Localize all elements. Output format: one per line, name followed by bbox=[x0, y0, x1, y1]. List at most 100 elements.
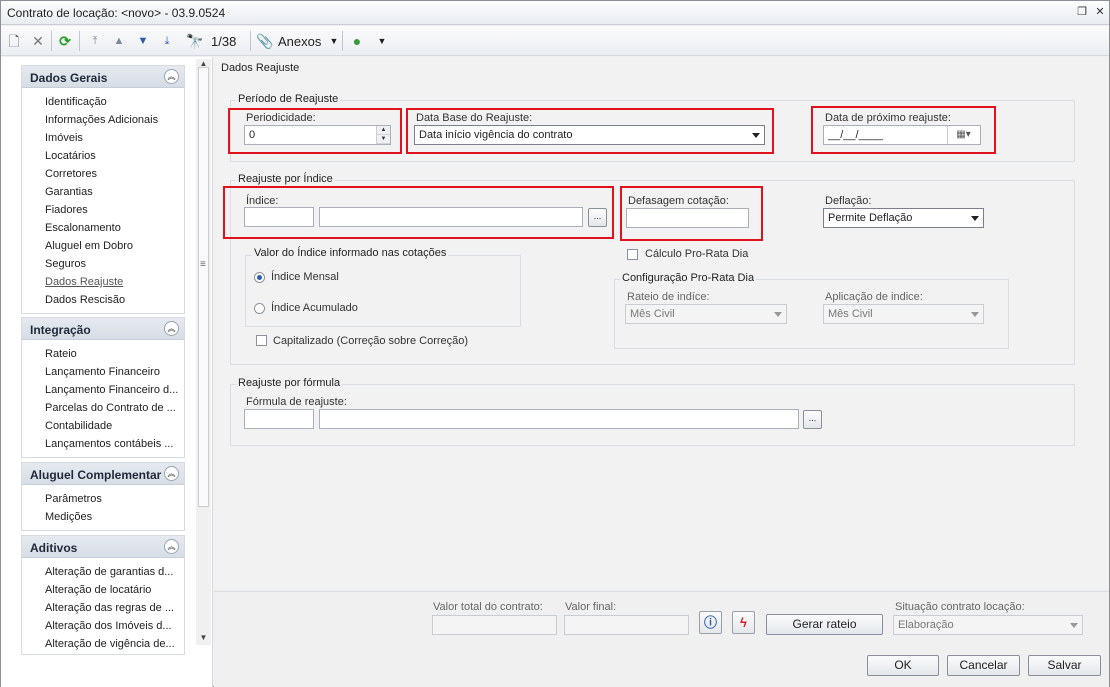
collapse-icon[interactable]: ︽ bbox=[164, 539, 179, 554]
nav-item-fiadores[interactable]: Fiadores bbox=[22, 201, 184, 219]
scrollbar-thumb[interactable] bbox=[198, 67, 209, 507]
gerar-rateio-button[interactable]: Gerar rateio bbox=[766, 614, 883, 635]
nav-item-locatarios[interactable]: Locatários bbox=[22, 147, 184, 165]
situacao-value: Elaboração bbox=[898, 619, 954, 631]
nav-group-header[interactable]: Integração ︽ bbox=[22, 318, 184, 340]
nav-group-title: Aditivos bbox=[30, 541, 78, 555]
window: Contrato de locação: <novo> - 03.9.0524 … bbox=[0, 0, 1110, 687]
formula-code-input[interactable] bbox=[244, 409, 314, 429]
nav-item-seguros[interactable]: Seguros bbox=[22, 255, 184, 273]
nav-item-alteracao-garantias[interactable]: Alteração de garantias d... bbox=[22, 563, 184, 581]
nav-item-lancamento-financeiro[interactable]: Lançamento Financeiro bbox=[22, 363, 184, 381]
collapse-icon[interactable]: ︽ bbox=[164, 466, 179, 481]
collapse-icon[interactable]: ︽ bbox=[164, 69, 179, 84]
formula-lookup-button[interactable]: ... bbox=[803, 410, 822, 429]
indice-mensal-label[interactable]: Índice Mensal bbox=[271, 271, 339, 283]
calculo-prorata-checkbox[interactable] bbox=[627, 249, 638, 260]
valor-indice-title: Valor do Índice informado nas cotações bbox=[252, 247, 449, 259]
radio-indice-mensal[interactable] bbox=[254, 272, 265, 283]
situacao-select[interactable]: Elaboração bbox=[893, 615, 1083, 635]
formula-description-input[interactable] bbox=[319, 409, 799, 429]
valor-total-label: Valor total do contrato: bbox=[433, 601, 543, 613]
nav-item-informacoes-adicionais[interactable]: Informações Adicionais bbox=[22, 111, 184, 129]
lightning-icon[interactable]: ϟ bbox=[732, 611, 755, 634]
nav-item-dados-reajuste[interactable]: Dados Reajuste bbox=[22, 273, 184, 291]
ok-button[interactable]: OK bbox=[867, 655, 939, 676]
globe-icon[interactable]: ● bbox=[347, 31, 367, 51]
footer: Valor total do contrato: Valor final: ⓘ … bbox=[214, 591, 1109, 687]
salvar-button[interactable]: Salvar bbox=[1028, 655, 1101, 676]
rateio-indice-select[interactable]: Mês Civil bbox=[625, 304, 787, 324]
deflacao-select[interactable]: Permite Deflação bbox=[823, 208, 984, 228]
nav-item-alteracao-imoveis[interactable]: Alteração dos Imóveis d... bbox=[22, 617, 184, 635]
nav-group-header[interactable]: Aluguel Complementar ︽ bbox=[22, 463, 184, 485]
chevron-down-icon bbox=[971, 216, 979, 221]
nav-item-alteracao-vigencia[interactable]: Alteração de vigência de... bbox=[22, 635, 184, 653]
nav-item-identificacao[interactable]: Identificação bbox=[22, 93, 184, 111]
nav-item-parametros[interactable]: Parâmetros bbox=[22, 490, 184, 508]
scroll-down-icon[interactable]: ▼ bbox=[196, 633, 211, 643]
valor-final-input bbox=[564, 615, 689, 635]
nav-item-dados-rescisao[interactable]: Dados Rescisão bbox=[22, 291, 184, 309]
highlight-periodicidade bbox=[228, 108, 402, 154]
nav-item-garantias[interactable]: Garantias bbox=[22, 183, 184, 201]
nav-item-imoveis[interactable]: Imóveis bbox=[22, 129, 184, 147]
cancelar-button[interactable]: Cancelar bbox=[947, 655, 1020, 676]
nav-group-header[interactable]: Aditivos ︽ bbox=[22, 536, 184, 558]
deflacao-label: Deflação: bbox=[825, 195, 872, 207]
new-document-icon[interactable]: 🗋 bbox=[4, 31, 24, 51]
nav-group-header[interactable]: Dados Gerais ︽ bbox=[22, 66, 184, 88]
highlight-defasagem bbox=[620, 186, 763, 241]
navigation-scrollbar[interactable]: ▲ ▼ bbox=[196, 59, 211, 645]
nav-group-aluguel-complementar: Aluguel Complementar ︽ Parâmetros Mediçõ… bbox=[21, 462, 185, 531]
nav-group-integracao: Integração ︽ Rateio Lançamento Financeir… bbox=[21, 317, 185, 458]
previous-record-icon[interactable]: ▲ bbox=[109, 31, 129, 51]
capitalizado-checkbox[interactable] bbox=[256, 335, 267, 346]
aplicacao-indice-select[interactable]: Mês Civil bbox=[823, 304, 984, 324]
find-icon[interactable]: 🔭 bbox=[185, 31, 205, 51]
indice-acumulado-label[interactable]: Índice Acumulado bbox=[271, 302, 358, 314]
info-icon[interactable]: ⓘ bbox=[699, 611, 722, 634]
nav-group-title: Integração bbox=[30, 323, 91, 337]
anexos-dropdown-icon[interactable]: ▼ bbox=[324, 31, 344, 51]
nav-item-alteracao-locatario[interactable]: Alteração de locatário bbox=[22, 581, 184, 599]
chevron-down-icon bbox=[774, 312, 782, 317]
config-prorata-title: Configuração Pro-Rata Dia bbox=[620, 272, 757, 284]
main-content: Dados Reajuste Período de Reajuste Perio… bbox=[214, 57, 1109, 589]
record-counter: 1/38 bbox=[211, 34, 237, 49]
nav-item-contabilidade[interactable]: Contabilidade bbox=[22, 417, 184, 435]
nav-item-aluguel-em-dobro[interactable]: Aluguel em Dobro bbox=[22, 237, 184, 255]
radio-indice-acumulado[interactable] bbox=[254, 303, 265, 314]
periodo-reajuste-title: Período de Reajuste bbox=[236, 93, 341, 105]
nav-group-aditivos: Aditivos ︽ Alteração de garantias d... A… bbox=[21, 535, 185, 655]
toolbar: 🗋 ✕ ⟳ ⤒ ▲ ▼ ⤓ 🔭 1/38 📎 Anexos ▼ ● ▼ bbox=[1, 26, 1109, 56]
capitalizado-label[interactable]: Capitalizado (Correção sobre Correção) bbox=[273, 335, 468, 347]
nav-item-lancamentos-contabeis[interactable]: Lançamentos contábeis ... bbox=[22, 435, 184, 453]
close-icon[interactable]: ✕ bbox=[1093, 5, 1107, 19]
last-record-icon[interactable]: ⤓ bbox=[157, 31, 177, 51]
aplicacao-indice-value: Mês Civil bbox=[828, 308, 873, 320]
nav-item-parcelas-contrato[interactable]: Parcelas do Contrato de ... bbox=[22, 399, 184, 417]
nav-item-escalonamento[interactable]: Escalonamento bbox=[22, 219, 184, 237]
nav-item-medicoes[interactable]: Medições bbox=[22, 508, 184, 526]
calculo-prorata-label[interactable]: Cálculo Pro-Rata Dia bbox=[645, 248, 748, 260]
rateio-indice-label: Rateio de indíce: bbox=[627, 291, 710, 303]
splitter-grip-icon[interactable]: ≡ bbox=[200, 259, 206, 270]
nav-item-corretores[interactable]: Corretores bbox=[22, 165, 184, 183]
restore-icon[interactable]: ❐ bbox=[1075, 5, 1089, 19]
delete-icon[interactable]: ✕ bbox=[28, 31, 48, 51]
first-record-icon[interactable]: ⤒ bbox=[85, 31, 105, 51]
reajuste-indice-title: Reajuste por Índice bbox=[236, 173, 335, 185]
anexos-button[interactable]: Anexos bbox=[278, 34, 321, 49]
nav-item-rateio[interactable]: Rateio bbox=[22, 345, 184, 363]
chevron-down-icon bbox=[971, 312, 979, 317]
refresh-icon[interactable]: ⟳ bbox=[55, 31, 75, 51]
nav-item-alteracao-regras[interactable]: Alteração das regras de ... bbox=[22, 599, 184, 617]
globe-dropdown-icon[interactable]: ▼ bbox=[372, 31, 392, 51]
paperclip-icon[interactable]: 📎 bbox=[255, 31, 275, 51]
reajuste-formula-title: Reajuste por fórmula bbox=[236, 377, 343, 389]
highlight-proximo-reajuste bbox=[811, 106, 996, 154]
next-record-icon[interactable]: ▼ bbox=[133, 31, 153, 51]
collapse-icon[interactable]: ︽ bbox=[164, 321, 179, 336]
nav-item-lancamento-financeiro-d[interactable]: Lançamento Financeiro d... bbox=[22, 381, 184, 399]
